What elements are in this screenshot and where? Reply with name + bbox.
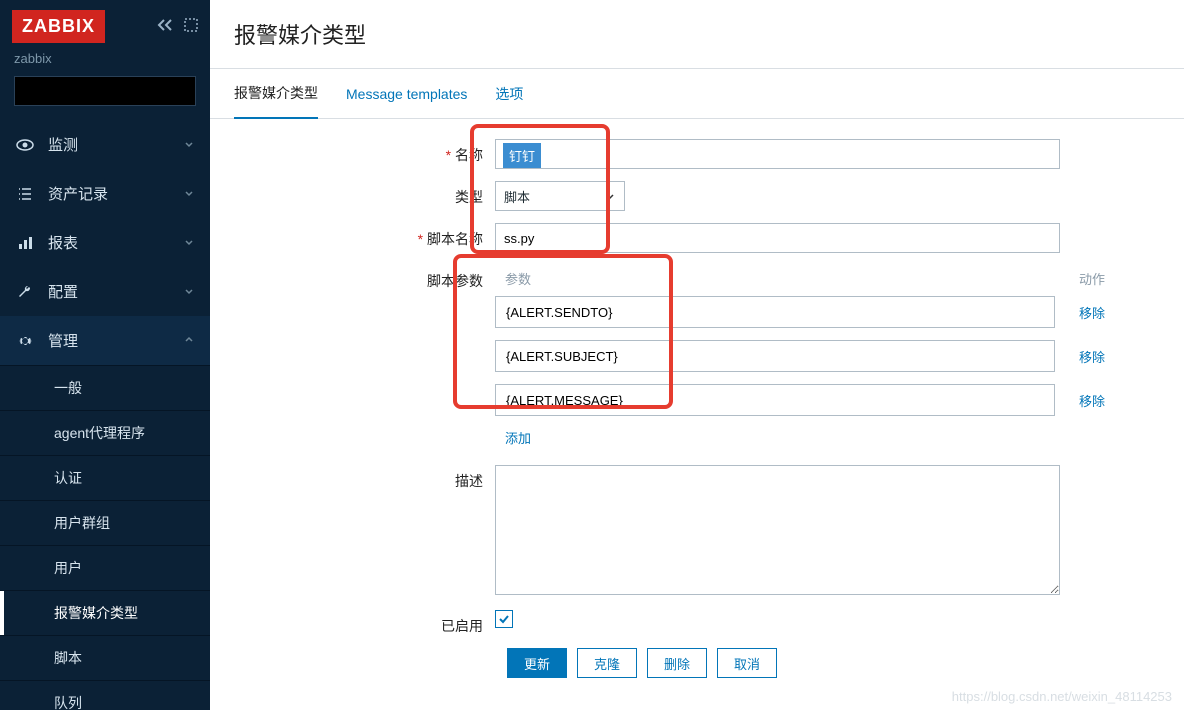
tabs: 报警媒介类型 Message templates 选项	[210, 69, 1184, 119]
sub-queue[interactable]: 队列	[0, 680, 210, 710]
tab-templates[interactable]: Message templates	[346, 72, 467, 116]
param-remove-1[interactable]: 移除	[1055, 347, 1105, 366]
desc-textarea[interactable]	[495, 465, 1060, 595]
chevron-down-icon	[184, 136, 194, 153]
tab-options[interactable]: 选项	[495, 70, 523, 118]
params-head: 参数 动作	[495, 265, 1105, 296]
main-content: 报警媒介类型 报警媒介类型 Message templates 选项 名称 钉钉…	[210, 0, 1184, 710]
nav-label: 资产记录	[48, 183, 184, 204]
update-button[interactable]: 更新	[507, 648, 567, 678]
nav-label: 监测	[48, 134, 184, 155]
sidebar: ZABBIX zabbix 监测 资产记录	[0, 0, 210, 710]
script-input[interactable]	[495, 223, 1060, 253]
search-box[interactable]	[14, 76, 196, 106]
nav-label: 管理	[48, 330, 184, 351]
cancel-button[interactable]: 取消	[717, 648, 777, 678]
search-input[interactable]	[23, 84, 200, 99]
sub-agent[interactable]: agent代理程序	[0, 410, 210, 455]
chart-icon	[16, 234, 38, 252]
params-label: 脚本参数	[250, 265, 495, 291]
sub-usergroups[interactable]: 用户群组	[0, 500, 210, 545]
nav-config[interactable]: 配置	[0, 267, 210, 316]
sub-mediatypes[interactable]: 报警媒介类型	[0, 590, 210, 635]
chevron-down-icon	[604, 190, 616, 202]
param-row: 移除	[495, 340, 1105, 372]
tab-media[interactable]: 报警媒介类型	[234, 69, 318, 119]
nav-inventory[interactable]: 资产记录	[0, 169, 210, 218]
sub-scripts[interactable]: 脚本	[0, 635, 210, 680]
sub-general[interactable]: 一般	[0, 365, 210, 410]
param-remove-0[interactable]: 移除	[1055, 303, 1105, 322]
chevron-up-icon	[184, 332, 194, 349]
logo-row: ZABBIX	[0, 0, 210, 49]
nav-label: 配置	[48, 281, 184, 302]
page-title: 报警媒介类型	[210, 0, 1184, 69]
nav-monitoring[interactable]: 监测	[0, 120, 210, 169]
sub-auth[interactable]: 认证	[0, 455, 210, 500]
name-label: 名称	[250, 139, 495, 165]
param-input-1[interactable]	[495, 340, 1055, 372]
type-select[interactable]: 脚本	[495, 181, 625, 211]
chevron-down-icon	[184, 234, 194, 251]
type-value: 脚本	[504, 187, 530, 206]
delete-button[interactable]: 删除	[647, 648, 707, 678]
name-input[interactable]	[495, 139, 1060, 169]
form: 名称 钉钉 类型 脚本 脚本名称	[210, 119, 1184, 698]
logo[interactable]: ZABBIX	[12, 10, 105, 43]
sub-users[interactable]: 用户	[0, 545, 210, 590]
admin-subnav: 一般 agent代理程序 认证 用户群组 用户 报警媒介类型 脚本 队列	[0, 365, 210, 710]
server-name: zabbix	[0, 49, 210, 76]
eye-icon	[16, 136, 38, 154]
list-icon	[16, 185, 38, 203]
param-row: 移除	[495, 384, 1105, 416]
collapse-icon[interactable]	[156, 18, 174, 35]
gear-icon	[16, 332, 38, 350]
param-input-2[interactable]	[495, 384, 1055, 416]
nav-admin[interactable]: 管理	[0, 316, 210, 365]
nav-label: 报表	[48, 232, 184, 253]
chevron-down-icon	[184, 283, 194, 300]
param-row: 移除	[495, 296, 1105, 328]
param-remove-2[interactable]: 移除	[1055, 391, 1105, 410]
fullscreen-icon[interactable]	[184, 18, 198, 35]
enabled-label: 已启用	[250, 610, 495, 636]
param-input-0[interactable]	[495, 296, 1055, 328]
desc-label: 描述	[250, 465, 495, 491]
script-label: 脚本名称	[250, 223, 495, 249]
type-label: 类型	[250, 181, 495, 207]
clone-button[interactable]: 克隆	[577, 648, 637, 678]
watermark: https://blog.csdn.net/weixin_48114253	[952, 689, 1172, 704]
form-buttons: 更新 克隆 删除 取消	[507, 648, 1144, 678]
chevron-down-icon	[184, 185, 194, 202]
enabled-checkbox[interactable]	[495, 610, 513, 628]
nav-reports[interactable]: 报表	[0, 218, 210, 267]
wrench-icon	[16, 283, 38, 301]
check-icon	[498, 613, 510, 625]
param-add[interactable]: 添加	[495, 431, 531, 446]
